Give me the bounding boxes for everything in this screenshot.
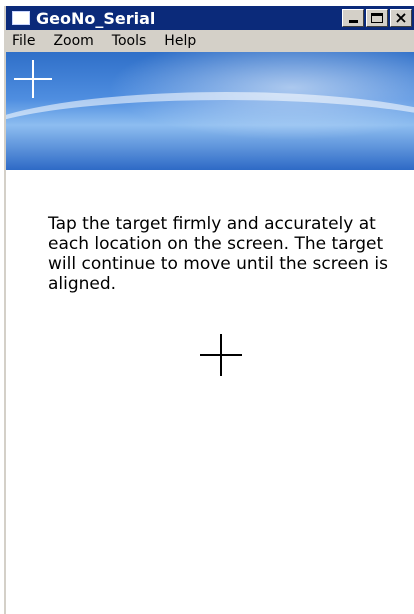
minimize-button[interactable] (342, 9, 364, 27)
title-bar[interactable]: GeoNo_Serial × (6, 6, 414, 30)
menu-bar: File Zoom Tools Help (6, 30, 414, 52)
target-v (220, 334, 222, 376)
menu-help[interactable]: Help (164, 33, 196, 49)
calibration-area[interactable]: Tap the target firmly and accurately at … (6, 170, 414, 614)
window-title: GeoNo_Serial (36, 8, 156, 28)
crosshair-v (32, 60, 34, 98)
maximize-icon (371, 13, 383, 23)
window-controls: × (340, 9, 412, 27)
calibration-instructions: Tap the target firmly and accurately at … (48, 214, 389, 294)
app-window: GeoNo_Serial × File Zoom Tools Help Tap … (4, 6, 414, 614)
menu-zoom[interactable]: Zoom (53, 33, 93, 49)
menu-tools[interactable]: Tools (112, 33, 147, 49)
app-window-icon (12, 11, 30, 25)
minimize-icon (349, 20, 358, 23)
close-icon: × (394, 8, 408, 27)
menu-file[interactable]: File (12, 33, 35, 49)
banner-swoosh (6, 92, 414, 170)
close-button[interactable]: × (390, 9, 412, 27)
maximize-button[interactable] (366, 9, 388, 27)
header-banner (6, 52, 414, 170)
